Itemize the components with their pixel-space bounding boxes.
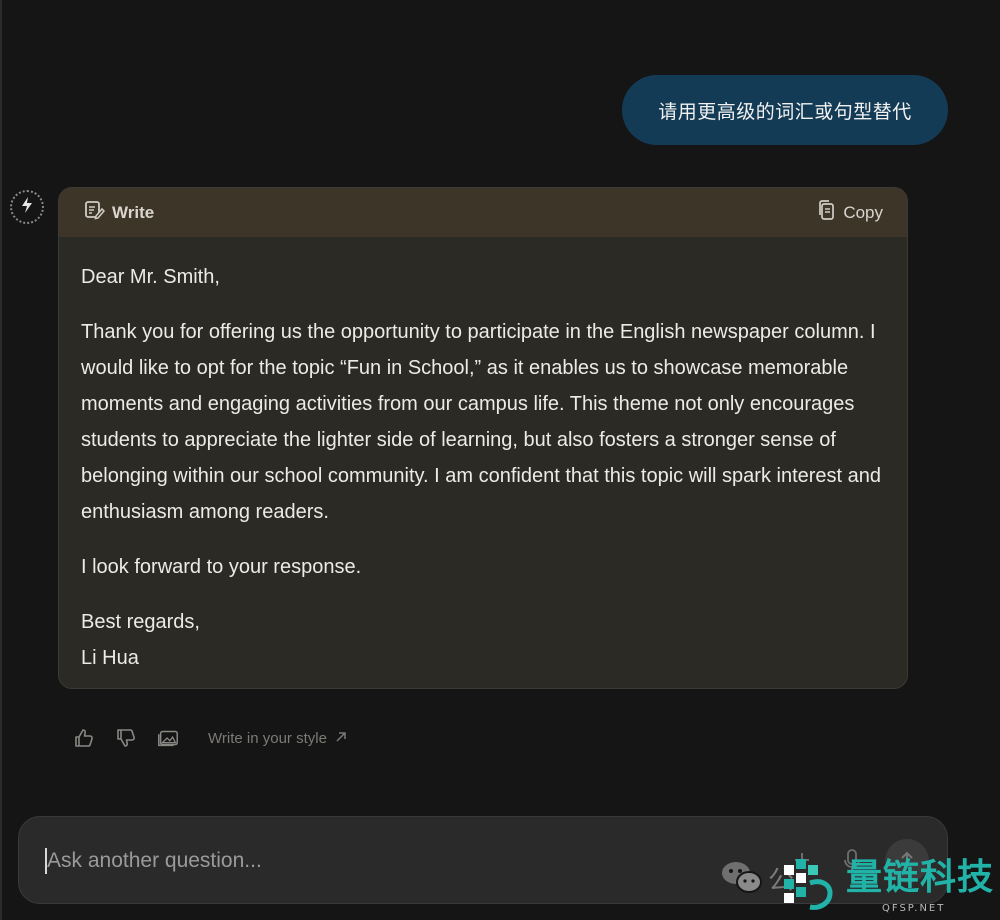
letter-greeting: Dear Mr. Smith,	[81, 266, 220, 288]
write-label: Write	[112, 202, 155, 222]
letter-signoff: Best regards,	[81, 611, 200, 633]
bolt-icon	[19, 196, 35, 219]
user-message-bubble: 请用更高级的词汇或句型替代	[622, 75, 948, 145]
letter-signature: Li Hua	[81, 647, 139, 669]
write-mode-label: Write	[83, 199, 154, 226]
brand-logo-icon	[780, 855, 840, 915]
copy-icon	[816, 199, 836, 226]
thumbs-up-icon[interactable]	[72, 726, 96, 750]
question-input[interactable]	[47, 839, 687, 883]
wechat-watermark-icon	[720, 858, 764, 898]
copy-label: Copy	[843, 202, 883, 222]
user-message-text: 请用更高级的词汇或句型替代	[658, 100, 912, 123]
letter-body: Thank you for offering us the opportunit…	[81, 321, 882, 523]
image-icon[interactable]	[156, 726, 180, 750]
write-in-your-style-link[interactable]: Write in your style	[208, 730, 347, 747]
arrow-up-right-icon	[335, 730, 347, 747]
copy-button[interactable]: Copy	[816, 199, 883, 226]
brand-name: 量链科技	[846, 857, 995, 898]
response-text: Dear Mr. Smith, Thank you for offering u…	[59, 237, 907, 676]
response-actions: Write in your style	[72, 724, 347, 752]
chat-window: 请用更高级的词汇或句型替代 Write Copy Dear Mr. Smith,…	[0, 0, 1000, 920]
response-card-header: Write Copy	[59, 188, 907, 237]
letter-closing-line: I look forward to your response.	[81, 556, 362, 578]
style-link-label: Write in your style	[208, 729, 327, 747]
brand-url: QFSP.NET	[882, 903, 946, 914]
thumbs-down-icon[interactable]	[114, 726, 138, 750]
assistant-avatar	[10, 190, 44, 224]
write-icon	[83, 199, 106, 226]
response-card: Write Copy Dear Mr. Smith, Thank you for…	[58, 187, 908, 689]
